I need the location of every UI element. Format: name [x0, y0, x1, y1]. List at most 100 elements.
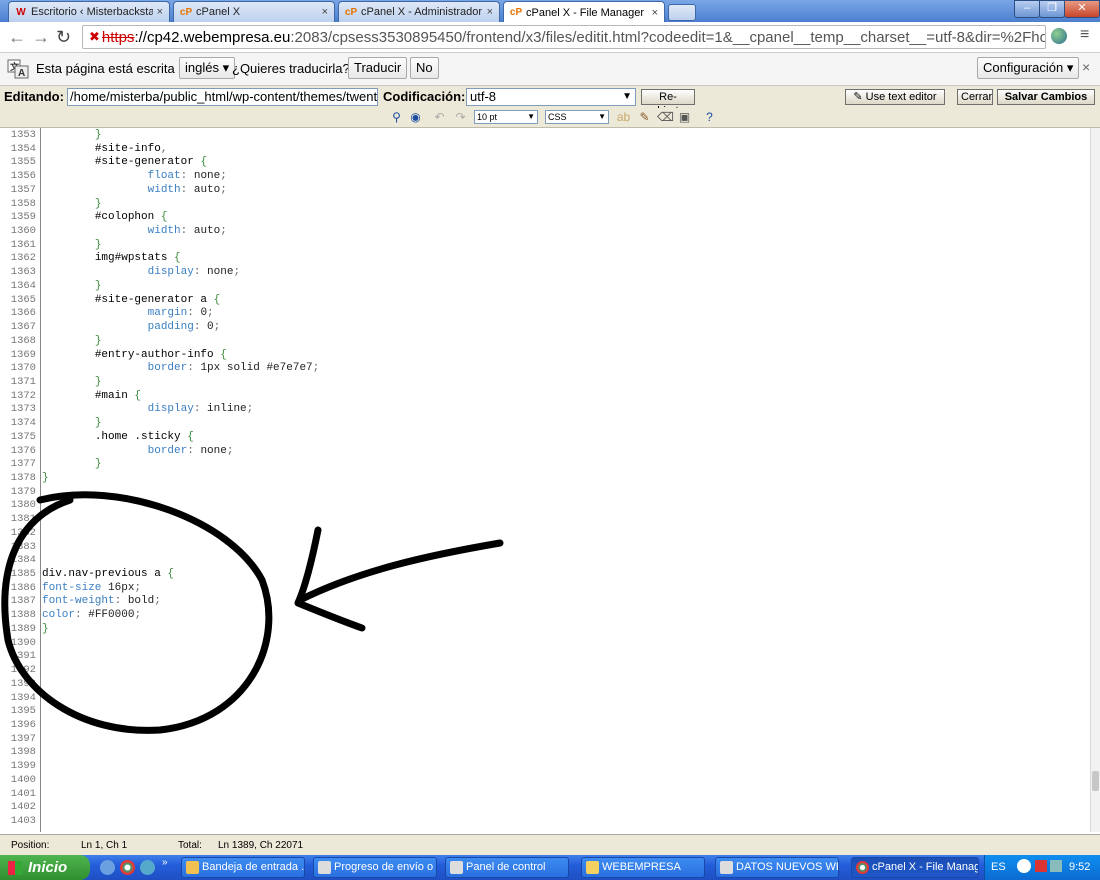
close-translate-icon[interactable]: × — [1082, 59, 1090, 75]
code-token: { — [220, 348, 227, 361]
no-button[interactable]: No — [410, 57, 439, 79]
scrollbar-thumb[interactable] — [1092, 771, 1099, 791]
task-label: cPanel X - File Manag... — [872, 861, 979, 873]
language-indicator[interactable]: ES — [991, 861, 1006, 873]
new-tab-button[interactable] — [668, 4, 696, 21]
translate-button[interactable]: Traducir — [348, 57, 408, 79]
tab-cpanel-admin[interactable]: cP cPanel X - Administrador de × — [338, 1, 500, 22]
position-value: Ln 1, Ch 1 — [81, 840, 128, 851]
chrome-icon[interactable] — [120, 860, 135, 875]
close-button[interactable]: Cerrar — [957, 89, 993, 105]
syntax-select[interactable]: CSS ▼ — [545, 110, 609, 124]
font-size-select[interactable]: 10 pt ▼ — [474, 110, 538, 124]
tab-cpanel[interactable]: cP cPanel X × — [173, 1, 335, 22]
reload-icon[interactable]: ↻ — [56, 26, 71, 48]
line-number: 1360 — [10, 225, 36, 238]
task-file-manager[interactable]: cPanel X - File Manag... — [851, 857, 979, 878]
undo-icon[interactable]: ↶ — [432, 110, 447, 125]
code-token: auto — [193, 225, 221, 238]
text-editor-label: Use text editor — [865, 91, 937, 103]
line-number: 1391 — [10, 650, 36, 663]
task-bandeja[interactable]: Bandeja de entrada ... — [181, 857, 305, 878]
security-shield-icon[interactable] — [1035, 860, 1047, 872]
go-to-line-icon[interactable]: ◉ — [408, 110, 423, 125]
line-number: 1366 — [10, 307, 36, 320]
save-changes-button[interactable]: Salvar Cambios — [997, 89, 1095, 105]
windows-logo-icon — [8, 861, 22, 875]
code-token: ; — [233, 266, 241, 279]
position-label: Position: — [11, 840, 50, 851]
back-icon[interactable]: ← — [8, 26, 26, 48]
chevron-down-icon: ▾ — [222, 60, 230, 75]
internet-explorer-icon[interactable] — [140, 860, 155, 875]
line-number: 1381 — [10, 513, 36, 526]
eraser-icon[interactable]: ⌫ — [657, 110, 674, 125]
reopen-button[interactable]: Re-abierto — [641, 89, 695, 117]
volume-icon[interactable] — [1050, 860, 1062, 872]
code-token: color — [42, 609, 76, 622]
close-tab-icon[interactable]: × — [487, 6, 493, 18]
fullscreen-icon[interactable]: ▣ — [677, 110, 692, 125]
code-token: img#wpstats — [94, 252, 175, 265]
redo-icon[interactable]: ↷ — [453, 110, 468, 125]
use-text-editor-button[interactable]: ✎ Use text editor — [845, 89, 945, 105]
extension-icon[interactable] — [1051, 28, 1067, 44]
vertical-scrollbar[interactable] — [1090, 128, 1100, 832]
forward-icon[interactable]: → — [32, 26, 50, 48]
quick-launch-more-icon[interactable]: » — [162, 857, 168, 868]
line-number-gutter: 1353 1354 1355 1356 1357 1358 1359 1360 1361 1362… — [0, 128, 41, 832]
close-tab-icon[interactable]: × — [322, 6, 328, 18]
address-bar[interactable]: ✖ https ://cp42.webempresa.eu :2083/cpse… — [82, 25, 1046, 49]
task-datos-nuevos[interactable]: DATOS NUEVOS WE... — [715, 857, 839, 878]
url-scheme: https — [101, 28, 135, 46]
minimize-button[interactable]: – — [1014, 0, 1040, 18]
code-line: } — [42, 198, 102, 212]
search-icon[interactable]: ⚲ — [389, 110, 404, 125]
task-label: DATOS NUEVOS WE... — [736, 861, 838, 873]
help-icon[interactable]: ? — [702, 110, 717, 125]
task-panel-control[interactable]: Panel de control — [445, 857, 569, 878]
code-token: width — [147, 183, 181, 196]
close-tab-icon[interactable]: × — [157, 6, 163, 18]
language-select[interactable]: inglés ▾ — [179, 57, 236, 79]
start-button[interactable]: Inicio — [0, 855, 90, 880]
tab-file-manager[interactable]: cP cPanel X - File Manager × — [503, 1, 665, 23]
line-number: 1401 — [10, 787, 36, 800]
code-token: 0 — [207, 321, 214, 334]
code-line: #colophon { — [42, 211, 168, 225]
code-token: : — [193, 266, 208, 279]
show-desktop-icon[interactable] — [100, 860, 115, 875]
brush-icon[interactable]: ✎ — [637, 110, 652, 125]
encoding-label: Codificación: — [383, 89, 466, 104]
code-line: display: inline; — [42, 403, 254, 417]
line-number: 1393 — [10, 677, 36, 690]
line-number: 1399 — [10, 760, 36, 773]
encoding-select[interactable]: utf-8 ▼ — [466, 88, 636, 106]
insecure-lock-icon: ✖ — [89, 29, 100, 44]
task-progreso[interactable]: Progreso de envío o ... — [313, 857, 437, 878]
tray-expand-icon[interactable] — [1017, 859, 1031, 873]
code-editor[interactable]: 1353 1354 1355 1356 1357 1358 1359 1360 1361 1362… — [0, 128, 1090, 832]
maximize-button[interactable]: ❐ — [1039, 0, 1065, 18]
code-line: color: #FF0000; — [42, 609, 141, 623]
file-path-field[interactable]: /home/misterba/public_html/wp-content/th… — [67, 88, 378, 106]
clock[interactable]: 9:52 — [1069, 861, 1090, 873]
options-button[interactable]: Configuración ▾ — [977, 57, 1080, 79]
highlight-icon[interactable]: ab — [616, 110, 631, 125]
tab-strip: W Escritorio ‹ Misterbackstage × cP cPan… — [0, 0, 1100, 23]
close-tab-icon[interactable]: × — [652, 7, 658, 19]
tab-escritorio[interactable]: W Escritorio ‹ Misterbackstage × — [8, 1, 170, 22]
menu-icon[interactable]: ≡ — [1080, 26, 1089, 44]
close-window-button[interactable]: ✕ — [1064, 0, 1100, 18]
task-webempresa[interactable]: WEBEMPRESA — [581, 857, 705, 878]
line-number: 1387 — [10, 595, 36, 608]
code-token: #entry-author-info — [94, 348, 221, 361]
